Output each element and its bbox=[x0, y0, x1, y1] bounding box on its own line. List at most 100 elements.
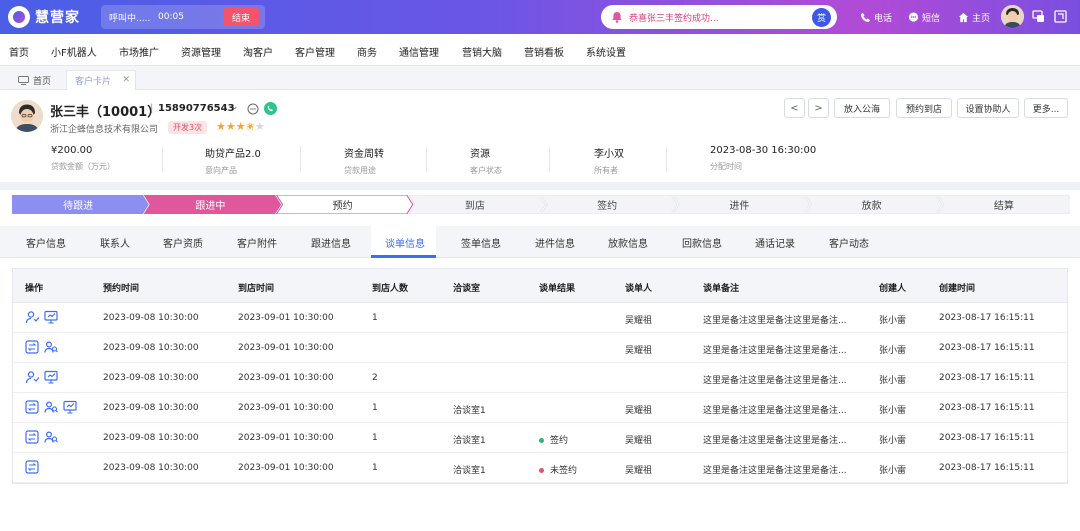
customer-rating: ★★★✬★ bbox=[216, 120, 265, 133]
tab-10[interactable]: 通话记录 bbox=[755, 235, 795, 250]
stat-owner: 李小双 所有者 bbox=[594, 145, 714, 176]
divider bbox=[426, 146, 427, 172]
call-icon[interactable] bbox=[264, 102, 277, 115]
presentation-icon[interactable] bbox=[44, 310, 58, 324]
table-cell: 2023-09-01 10:30:00 bbox=[238, 433, 334, 443]
table-row: 2023-09-08 10:30:00 2023-09-01 10:30:00 吴耀… bbox=[13, 333, 1067, 363]
tab-9[interactable]: 回款信息 bbox=[682, 235, 722, 250]
set-assistant-button[interactable]: 设置协助人 bbox=[957, 98, 1019, 118]
chat-icon[interactable] bbox=[247, 103, 259, 115]
menu-marketing-brain[interactable]: 营销大脑 bbox=[462, 44, 502, 59]
table-cell: 2023-09-01 10:30:00 bbox=[238, 373, 334, 383]
notice-bar[interactable]: 恭喜张三丰签约成功... 赏 bbox=[601, 5, 837, 29]
table-cell: 2023-08-17 16:15:11 bbox=[939, 313, 1035, 323]
phone-nav[interactable]: 电话 bbox=[860, 8, 892, 26]
exchange-icon[interactable] bbox=[25, 400, 39, 414]
fullscreen-icon[interactable] bbox=[1054, 10, 1067, 23]
assign-user-icon[interactable] bbox=[25, 370, 39, 384]
tab-8[interactable]: 放款信息 bbox=[608, 235, 648, 250]
stat-product: 助贷产品2.0 意向产品 bbox=[205, 145, 325, 176]
tab-1[interactable]: 联系人 bbox=[100, 235, 130, 250]
page-tab-home[interactable]: 首页 bbox=[18, 70, 51, 90]
home-nav-label: 主页 bbox=[972, 13, 991, 24]
exchange-icon[interactable] bbox=[25, 340, 39, 354]
menu-marketing[interactable]: 市场推广 bbox=[119, 44, 159, 59]
message-icon bbox=[908, 11, 919, 22]
avatar-icon bbox=[1001, 5, 1024, 28]
tab-4[interactable]: 跟进信息 bbox=[311, 235, 351, 250]
status-text: 未签约 bbox=[550, 466, 578, 476]
presentation-icon[interactable] bbox=[63, 400, 77, 414]
tab-5[interactable]: 谈单信息 bbox=[385, 235, 425, 250]
tab-6[interactable]: 签单信息 bbox=[461, 235, 501, 250]
column-header: 操作 bbox=[25, 284, 44, 294]
customer-name: 张三丰（10001） bbox=[50, 105, 161, 120]
table-cell: 2023-09-08 10:30:00 bbox=[103, 313, 199, 323]
tab-7[interactable]: 进件信息 bbox=[535, 235, 575, 250]
menu-business[interactable]: 商务 bbox=[357, 44, 377, 59]
stat-assign-time: 2023-08-30 16:30:00 分配时间 bbox=[710, 145, 850, 172]
stage-label-1: 跟进中 bbox=[195, 201, 226, 212]
main-menu: 首页 小F机器人 市场推广 资源管理 淘客户 客户管理 商务 通信管理 营销大脑… bbox=[0, 34, 1080, 66]
column-header: 创建时间 bbox=[939, 284, 976, 294]
more-button[interactable]: 更多... bbox=[1024, 98, 1068, 118]
screen-share-icon[interactable] bbox=[1032, 10, 1045, 23]
tab-3[interactable]: 客户附件 bbox=[237, 235, 277, 250]
presentation-icon[interactable] bbox=[44, 370, 58, 384]
tab-2[interactable]: 客户资质 bbox=[163, 235, 203, 250]
table-cell: 吴耀祖 bbox=[625, 436, 653, 446]
stat-label: 所有者 bbox=[594, 166, 618, 175]
menu-find-customers[interactable]: 淘客户 bbox=[243, 44, 273, 59]
users-icon[interactable] bbox=[44, 400, 58, 414]
star-icon: ★ bbox=[254, 120, 265, 133]
row-actions bbox=[25, 310, 58, 324]
table-cell: 2023-09-01 10:30:00 bbox=[238, 313, 334, 323]
exchange-icon[interactable] bbox=[25, 430, 39, 444]
move-to-pool-button[interactable]: 放入公海 bbox=[834, 98, 890, 118]
stage-label-3: 到店 bbox=[464, 201, 485, 212]
menu-communication[interactable]: 通信管理 bbox=[399, 44, 439, 59]
table-row: 2023-09-08 10:30:00 2023-09-01 10:30:00 2 这… bbox=[13, 363, 1067, 393]
close-icon[interactable]: ✕ bbox=[122, 75, 130, 85]
reward-badge[interactable]: 赏 bbox=[812, 8, 831, 27]
stat-label: 贷款用途 bbox=[344, 166, 376, 175]
message-nav[interactable]: 短信 bbox=[908, 8, 940, 26]
customer-avatar bbox=[11, 100, 43, 132]
status-text: 签约 bbox=[550, 436, 569, 446]
end-call-button[interactable]: 结束 bbox=[223, 8, 259, 26]
users-icon[interactable] bbox=[44, 430, 58, 444]
menu-dashboard[interactable]: 营销看板 bbox=[524, 44, 564, 59]
status-dot bbox=[539, 468, 544, 473]
chevron-down-icon[interactable]: ⌄ bbox=[231, 102, 239, 112]
column-header: 到店人数 bbox=[372, 284, 409, 294]
tab-11[interactable]: 客户动态 bbox=[829, 235, 869, 250]
prev-customer-button[interactable]: < bbox=[784, 98, 805, 118]
book-visit-button[interactable]: 预约到店 bbox=[896, 98, 952, 118]
table-cell: 这里是备注这里是备注这里是备注... bbox=[703, 466, 847, 476]
table-cell: 2023-08-17 16:15:11 bbox=[939, 463, 1035, 473]
menu-settings[interactable]: 系统设置 bbox=[586, 44, 626, 59]
exchange-icon[interactable] bbox=[25, 460, 39, 474]
user-avatar[interactable] bbox=[1001, 5, 1024, 28]
home-nav[interactable]: 主页 bbox=[958, 8, 990, 26]
menu-robot[interactable]: 小F机器人 bbox=[51, 44, 97, 59]
menu-resources[interactable]: 资源管理 bbox=[181, 44, 221, 59]
menu-customers[interactable]: 客户管理 bbox=[295, 44, 335, 59]
table-cell: 洽谈室1 bbox=[453, 436, 486, 446]
customer-company: 浙江企蜂信息技术有限公司 bbox=[50, 125, 159, 135]
stat-loan-amount: ¥200.00 贷款金额（万元） bbox=[51, 145, 171, 172]
table-cell: 吴耀祖 bbox=[625, 316, 653, 326]
next-customer-button[interactable]: > bbox=[808, 98, 829, 118]
table-cell: 张小雷 bbox=[879, 406, 907, 416]
menu-home[interactable]: 首页 bbox=[9, 44, 29, 59]
tab-0[interactable]: 客户信息 bbox=[26, 235, 66, 250]
table-cell: 2023-08-17 16:15:11 bbox=[939, 343, 1035, 353]
app-logo[interactable]: 慧营家 bbox=[8, 6, 80, 28]
column-header: 谈单结果 bbox=[539, 284, 576, 294]
users-icon[interactable] bbox=[44, 340, 58, 354]
assign-user-icon[interactable] bbox=[25, 310, 39, 324]
table-cell: 2023-09-08 10:30:00 bbox=[103, 463, 199, 473]
table-cell: 1 bbox=[372, 313, 378, 323]
table-cell: 张小雷 bbox=[879, 376, 907, 386]
page-tab-customer-card[interactable]: 客户卡片 ✕ bbox=[66, 70, 136, 90]
